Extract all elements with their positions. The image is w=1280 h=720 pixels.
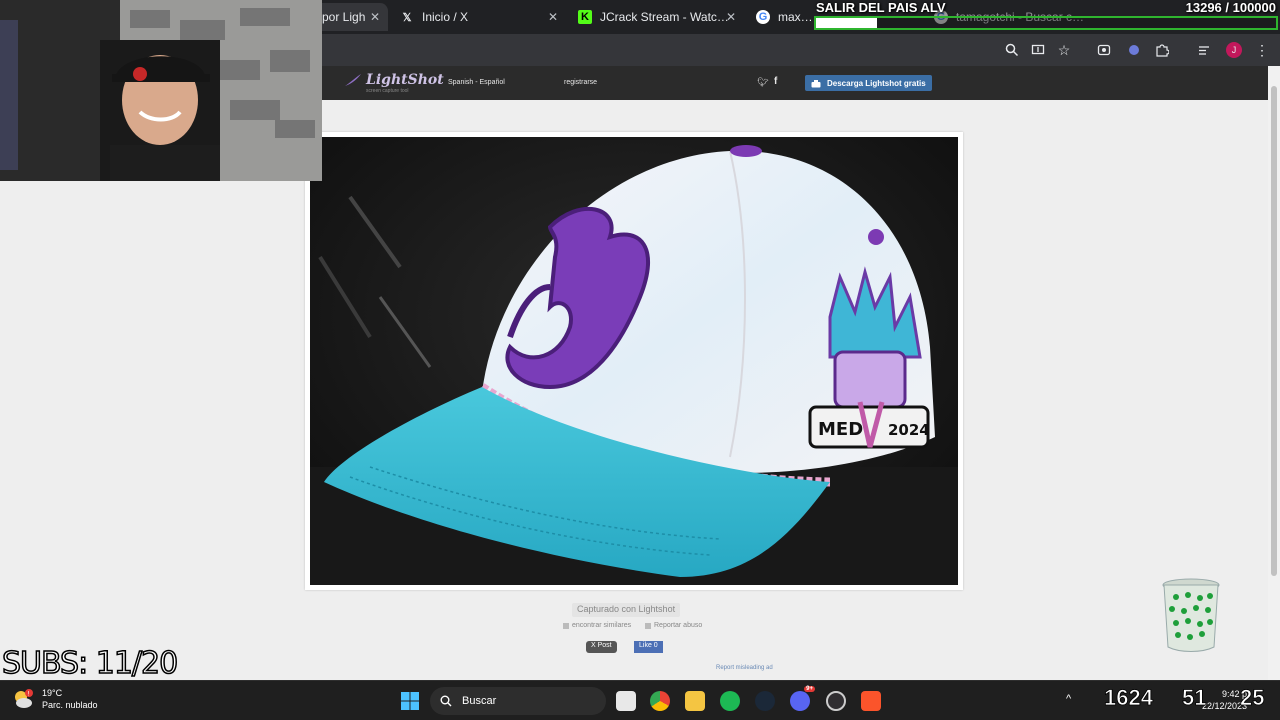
trash-can-icon bbox=[1162, 578, 1220, 652]
search-icon bbox=[440, 695, 452, 707]
webcam-feed bbox=[0, 0, 322, 181]
flag-icon bbox=[645, 622, 651, 629]
screenshot-image-cap[interactable]: MED 2024 bbox=[310, 137, 958, 585]
weather-temperature: 19°C bbox=[42, 688, 63, 698]
tray-overflow-icon[interactable]: ^ bbox=[1066, 693, 1071, 705]
taskbar-search[interactable]: Buscar bbox=[430, 687, 606, 715]
logo-tagline: screen capture tool bbox=[366, 88, 409, 94]
download-button[interactable]: Descarga Lightshot gratis bbox=[805, 75, 932, 91]
report-abuse-label: Reportar abuso bbox=[654, 622, 703, 629]
steam-icon[interactable] bbox=[755, 691, 775, 711]
scrollbar-thumb[interactable] bbox=[1271, 86, 1277, 576]
download-icon bbox=[811, 79, 821, 87]
facebook-like-button[interactable]: Like 0 bbox=[634, 641, 663, 653]
google-g-icon: G bbox=[756, 10, 770, 24]
tab-kick[interactable]: K JCrack Stream - Watch Live o ✕ bbox=[568, 3, 744, 31]
weather-partly-cloudy-icon: ! bbox=[12, 688, 34, 710]
patch-text-left: MED bbox=[818, 419, 863, 440]
tab-lightshot[interactable]: por Ligh ✕ bbox=[312, 3, 388, 31]
screenshot-frame: MED 2024 bbox=[305, 132, 963, 590]
close-icon[interactable]: ✕ bbox=[370, 10, 380, 24]
goal-progress-fill bbox=[816, 18, 878, 28]
captured-with-lightshot-label: Capturado con Lightshot bbox=[572, 603, 681, 617]
search-placeholder: Buscar bbox=[462, 695, 497, 707]
webcam-overlay bbox=[0, 0, 322, 181]
svg-text:!: ! bbox=[28, 691, 30, 698]
cap-photo: MED 2024 bbox=[310, 137, 958, 585]
screenshot-extension-icon[interactable] bbox=[1096, 42, 1112, 58]
reading-list-icon[interactable] bbox=[1196, 42, 1212, 58]
tab-x[interactable]: 𝕏 Inicio / X ✕ bbox=[390, 3, 566, 31]
tab-title: por Ligh bbox=[322, 10, 366, 24]
task-view-icon[interactable] bbox=[616, 691, 636, 711]
trash-can-widget bbox=[1160, 577, 1222, 653]
overlay-clock-part-b: 51 bbox=[1182, 685, 1207, 711]
windows-taskbar: ! 19°C Parc. nublado Buscar 9+ ^ 9:42 p bbox=[0, 680, 1280, 720]
download-button-label: Descarga Lightshot gratis bbox=[827, 78, 926, 88]
file-explorer-icon[interactable] bbox=[685, 691, 705, 711]
close-icon[interactable]: ✕ bbox=[726, 10, 736, 24]
bookmark-star-icon[interactable]: ☆ bbox=[1056, 42, 1072, 58]
tab-title: max steel bbox=[778, 10, 816, 24]
stream-goal-overlay: SALIR DEL PAIS ALV 13296 / 100000 bbox=[812, 0, 1280, 34]
find-similar-link[interactable]: encontrar similares bbox=[563, 622, 631, 629]
report-abuse-link[interactable]: Reportar abuso bbox=[645, 622, 702, 629]
windows-start-icon[interactable] bbox=[400, 691, 420, 711]
weather-description: Parc. nublado bbox=[42, 700, 98, 710]
overlay-clock-part-a: 1624 bbox=[1104, 685, 1154, 711]
logo-text: LightShot bbox=[366, 72, 444, 88]
brave-icon[interactable] bbox=[861, 691, 881, 711]
kick-logo-icon: K bbox=[578, 10, 592, 24]
weather-widget[interactable]: ! 19°C Parc. nublado bbox=[12, 687, 98, 711]
twitter-icon[interactable]: 🐦︎ bbox=[757, 77, 768, 88]
lightshot-logo[interactable]: LightShot bbox=[344, 72, 444, 88]
discord-notification-badge: 9+ bbox=[804, 686, 815, 692]
screen: por Ligh ✕ 𝕏 Inicio / X ✕ K JCrack Strea… bbox=[0, 0, 1280, 720]
overlay-clock-part-c: 25 bbox=[1240, 685, 1265, 711]
goal-progress-bar bbox=[814, 16, 1278, 30]
patch-text-right: 2024 bbox=[888, 421, 930, 439]
obs-icon[interactable] bbox=[826, 691, 846, 711]
facebook-icon[interactable]: f bbox=[774, 76, 777, 87]
menu-kebab-icon[interactable]: ⋮ bbox=[1254, 42, 1270, 58]
spotify-icon[interactable] bbox=[720, 691, 740, 711]
goal-label: SALIR DEL PAIS ALV bbox=[816, 0, 946, 15]
x-logo-icon: 𝕏 bbox=[402, 11, 412, 24]
feather-icon bbox=[345, 74, 361, 86]
find-similar-label: encontrar similares bbox=[572, 622, 632, 629]
system-tray: ^ 9:42 p 22/12/2023 1624 51 25 bbox=[1062, 681, 1280, 720]
discord-icon[interactable]: 9+ bbox=[790, 686, 815, 711]
extension-icon[interactable] bbox=[1126, 42, 1142, 58]
tab-title: Inicio / X bbox=[422, 10, 469, 24]
goal-count: 13296 / 100000 bbox=[1185, 0, 1276, 15]
install-app-icon[interactable] bbox=[1030, 42, 1046, 58]
profile-avatar-icon[interactable]: J bbox=[1226, 42, 1242, 58]
report-ad-link[interactable]: Report misleading ad bbox=[716, 665, 773, 671]
close-icon[interactable]: ✕ bbox=[548, 10, 558, 24]
subs-counter: SUBS: 11/20 bbox=[1, 645, 179, 682]
zoom-icon[interactable] bbox=[1004, 42, 1020, 58]
tab-title: JCrack Stream - Watch Live o bbox=[600, 10, 734, 24]
search-icon bbox=[563, 622, 569, 629]
page-scrollbar[interactable] bbox=[1268, 66, 1280, 680]
chrome-icon[interactable] bbox=[650, 691, 670, 711]
register-link[interactable]: registrarse bbox=[564, 79, 597, 86]
language-selector[interactable]: Spanish - Español bbox=[448, 79, 505, 86]
extension-puzzle-icon[interactable] bbox=[1154, 42, 1170, 58]
x-post-button[interactable]: X Post bbox=[586, 641, 617, 653]
